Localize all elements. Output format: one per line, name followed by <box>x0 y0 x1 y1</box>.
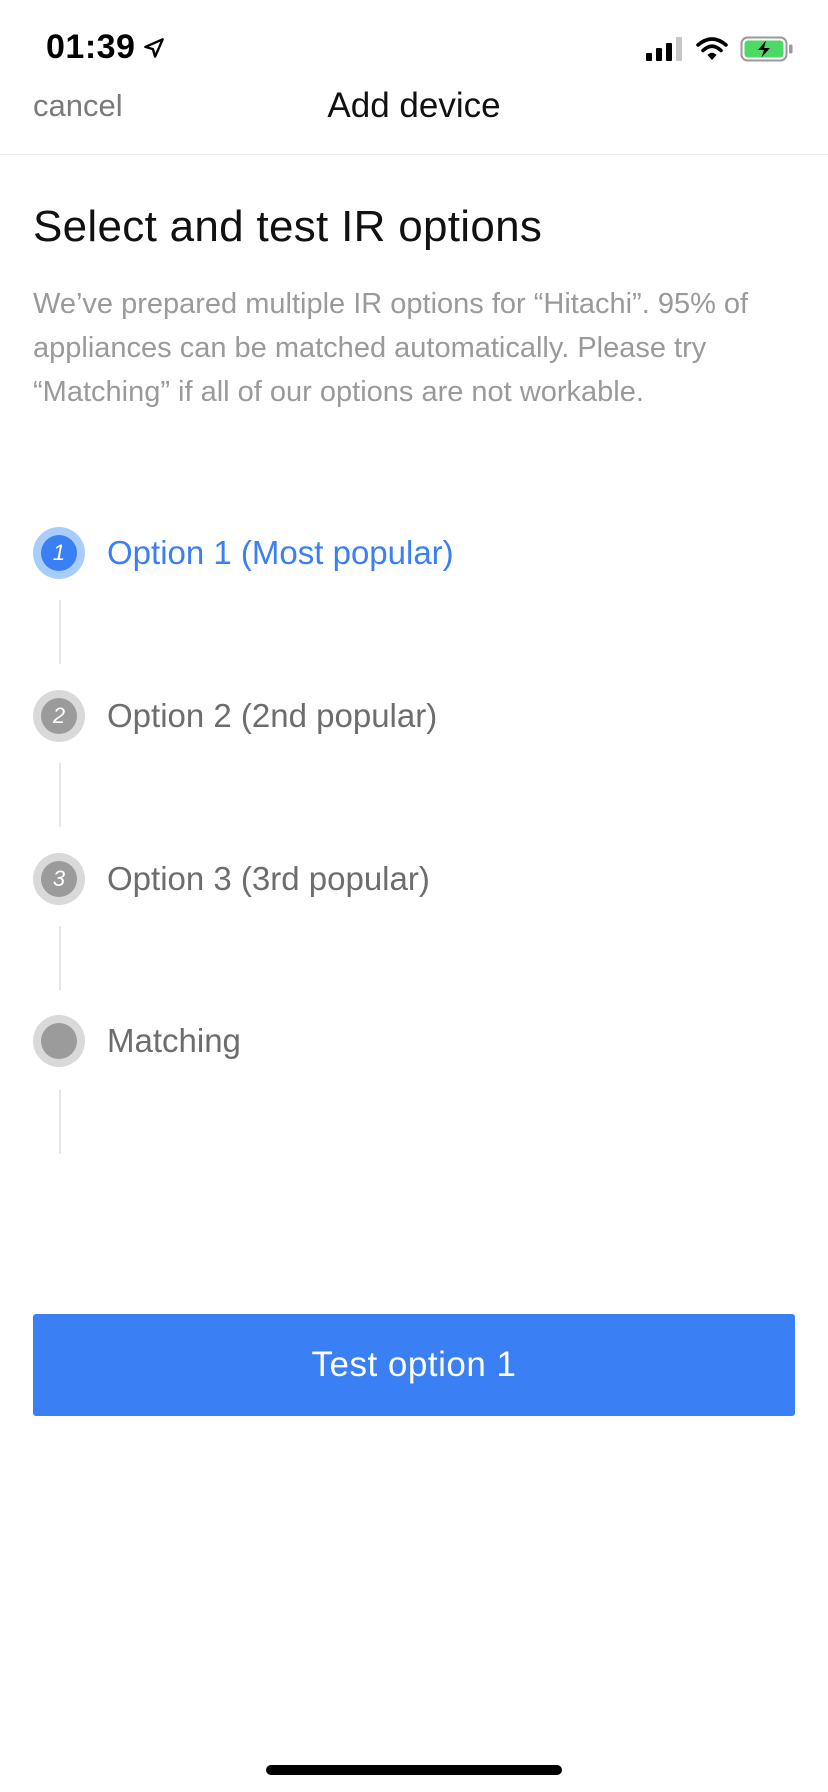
status-icons <box>646 36 794 62</box>
signal-icon <box>646 37 682 61</box>
option-label-matching: Matching <box>107 1022 241 1059</box>
step-number-2: 2 <box>41 698 77 734</box>
navigation-bar: cancel Add device <box>0 76 828 155</box>
nav-title: Add device <box>327 86 501 125</box>
option-step-1[interactable]: 1 Option 1 (Most popular) <box>33 526 454 580</box>
battery-charging-icon <box>740 36 793 62</box>
status-time-text: 01:39 <box>46 28 136 66</box>
step-number-1: 1 <box>41 535 77 571</box>
status-time: 01:39 <box>46 28 167 67</box>
step-number-3: 3 <box>41 861 77 897</box>
wifi-icon <box>696 37 728 60</box>
option-label-1: Option 1 (Most popular) <box>107 534 454 571</box>
step-indicator-1: 1 <box>33 527 85 579</box>
page-description: We’ve prepared multiple IR options for “… <box>33 288 749 408</box>
step-connector <box>59 600 61 664</box>
page-title: Select and test IR options <box>33 202 543 251</box>
step-indicator-matching <box>33 1015 85 1067</box>
option-step-2[interactable]: 2 Option 2 (2nd popular) <box>33 689 437 743</box>
step-connector <box>59 926 61 990</box>
step-connector <box>59 1090 61 1154</box>
option-label-2: Option 2 (2nd popular) <box>107 697 438 734</box>
step-indicator-3: 3 <box>33 853 85 905</box>
step-number-matching <box>41 1023 77 1059</box>
test-option-button[interactable]: Test option 1 <box>33 1314 795 1416</box>
location-arrow-icon <box>144 37 165 58</box>
option-label-3: Option 3 (3rd popular) <box>107 860 430 897</box>
option-step-3[interactable]: 3 Option 3 (3rd popular) <box>33 852 430 906</box>
step-connector <box>59 763 61 827</box>
home-indicator[interactable] <box>266 1765 562 1775</box>
option-step-matching[interactable]: Matching <box>33 1014 241 1068</box>
step-indicator-2: 2 <box>33 690 85 742</box>
